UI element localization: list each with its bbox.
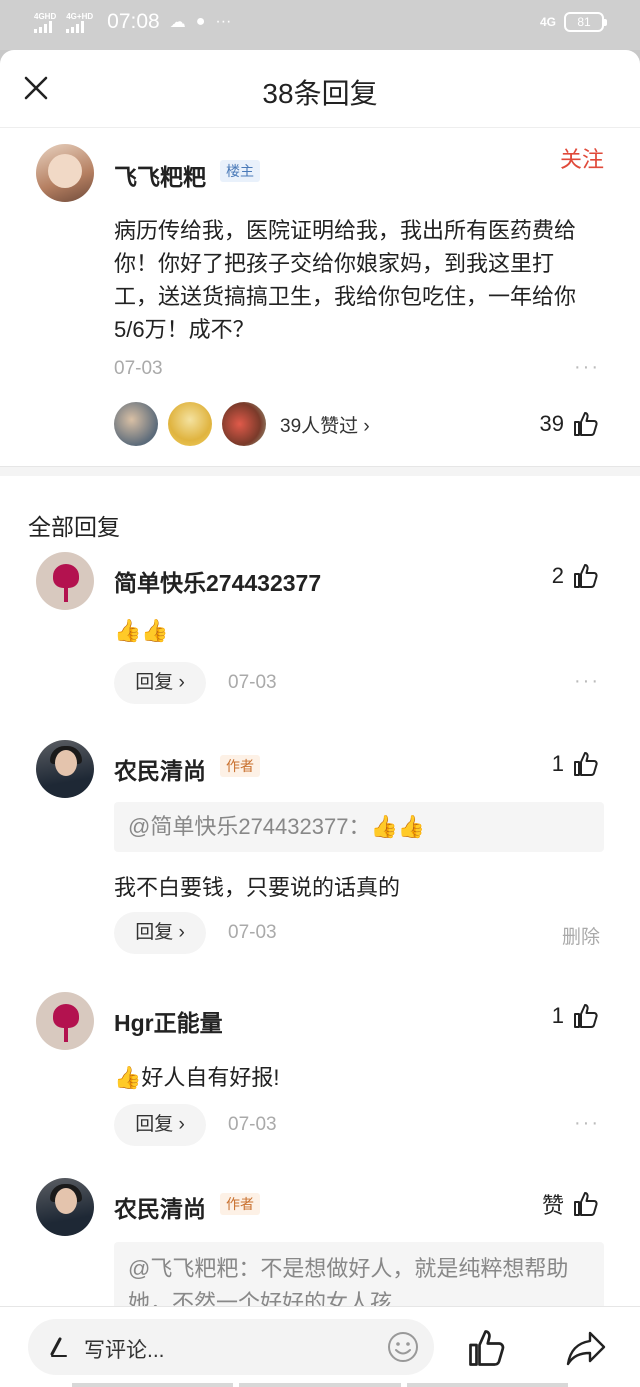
more-dots-icon[interactable]: ··· [574,1112,600,1135]
thumb-up-icon [572,1002,600,1030]
smile-icon[interactable] [386,1330,420,1364]
thumb-up-icon[interactable] [466,1327,508,1369]
reply-author[interactable]: 农民清尚 [114,1190,206,1224]
reply-text: 👍👍 [114,618,169,643]
signal-sim1: 4GHD [34,12,56,33]
weather-cloud-icon: ☁ [169,14,186,31]
main-post: 飞飞粑粑 楼主 关注 病历传给我，医院证明给我，我出所有医药费给你！你好了把孩子… [0,128,640,466]
reply-item: 农民清尚 作者 1 @简单快乐274432377：👍👍 我不白要钱，只要说的话真… [0,728,640,980]
sim1-label: 4GHD [34,11,57,21]
reply-item: 简单快乐274432377 2 👍👍 回复 › 07-03 ··· [0,540,640,728]
reply-like-count: 1 [551,751,564,776]
reply-date: 07-03 [228,922,277,943]
status-time: 07:08 [107,10,160,33]
reply-label: 回复 [135,922,174,943]
home-indicator [72,1383,568,1387]
reply-like-button[interactable]: 2 [552,562,600,590]
signal-sim2: 4G+HD [66,12,93,33]
like-button[interactable]: 39 [540,410,600,438]
divider [0,466,640,476]
reply-author[interactable]: 农民清尚 [114,752,206,786]
sim2-label: 4G+HD [66,11,94,21]
signal-bars-icon [66,20,85,33]
reply-text: 👍好人自有好报! [114,1065,280,1090]
likers-row[interactable]: 39人赞过 › [114,402,370,446]
likers-count-link[interactable]: 39人赞过 › [280,411,370,438]
liker-avatar [222,402,266,446]
network-label: 4G [539,15,556,29]
liker-avatar [168,402,212,446]
battery-icon: 81 [564,12,607,32]
status-left: 4GHD 4G+HD 07:08 ☁ ● ··· [34,10,231,34]
comment-input[interactable]: 写评论... [28,1319,434,1375]
reply-button[interactable]: 回复 › [114,1104,206,1146]
thumb-up-icon [572,750,600,778]
pen-icon [50,1337,67,1357]
replies-sheet: 38条回复 飞飞粑粑 楼主 关注 病历传给我，医院证明给我，我出所有医药费给你！… [0,50,640,1387]
reply-label: 回复 [135,672,174,693]
author-name[interactable]: 飞飞粑粑 [114,158,206,192]
more-notifications-icon: ··· [215,13,232,30]
page-title: 38条回复 [262,78,378,109]
owner-badge: 楼主 [220,160,260,182]
signal-bars-icon [34,20,52,33]
status-right: 4G 81 [539,12,607,32]
reply-like-button[interactable]: 1 [552,1002,600,1030]
reply-date: 07-03 [228,672,277,693]
quoted-reply: @简单快乐274432377：👍👍 [114,802,604,852]
bottom-bar: 写评论... [0,1306,640,1387]
reply-like-label: 赞 [541,1193,564,1218]
avatar[interactable] [36,992,94,1050]
author-badge: 作者 [220,1193,260,1215]
comment-placeholder: 写评论... [84,1339,165,1362]
post-date: 07-03 [114,358,163,379]
share-icon[interactable] [564,1329,608,1369]
liker-avatar [114,402,158,446]
status-bar: 4GHD 4G+HD 07:08 ☁ ● ··· 4G 81 [0,0,640,50]
reply-like-button[interactable]: 赞 [542,1188,600,1220]
avatar[interactable] [36,740,94,798]
reply-button[interactable]: 回复 › [114,662,206,704]
avatar[interactable] [36,144,94,202]
reply-item: Hgr正能量 1 👍好人自有好报! 回复 › 07-03 ··· [0,980,640,1172]
reply-like-count: 2 [551,563,564,588]
more-dots-icon[interactable]: ··· [574,670,600,693]
author-badge: 作者 [220,755,260,777]
reply-date: 07-03 [228,1114,277,1135]
thumb-up-icon [572,562,600,590]
section-title: 全部回复 [28,514,120,540]
post-text: 病历传给我，医院证明给我，我出所有医药费给你！你好了把孩子交给你娘家妈，到我这里… [114,218,577,342]
more-dots-icon[interactable]: ··· [574,356,600,379]
thumb-up-icon [572,410,600,438]
reply-button[interactable]: 回复 › [114,912,206,954]
reply-author[interactable]: Hgr正能量 [114,1004,223,1038]
reply-label: 回复 [135,1114,174,1135]
like-count: 39 [539,411,564,436]
thumb-up-icon [572,1190,600,1218]
sheet-header: 38条回复 [0,50,640,128]
reply-like-count: 1 [551,1003,564,1028]
avatar[interactable] [36,552,94,610]
likers-count: 39人赞过 [280,415,359,437]
reply-text: 我不白要钱，只要说的话真的 [114,875,401,900]
follow-button[interactable]: 关注 [560,142,604,174]
avatar[interactable] [36,1178,94,1236]
delete-button[interactable]: 删除 [562,922,600,949]
battery-level: 81 [577,15,591,29]
reply-like-button[interactable]: 1 [552,750,600,778]
reply-author[interactable]: 简单快乐274432377 [114,564,321,598]
penguin-notification-icon: ● [195,13,206,30]
